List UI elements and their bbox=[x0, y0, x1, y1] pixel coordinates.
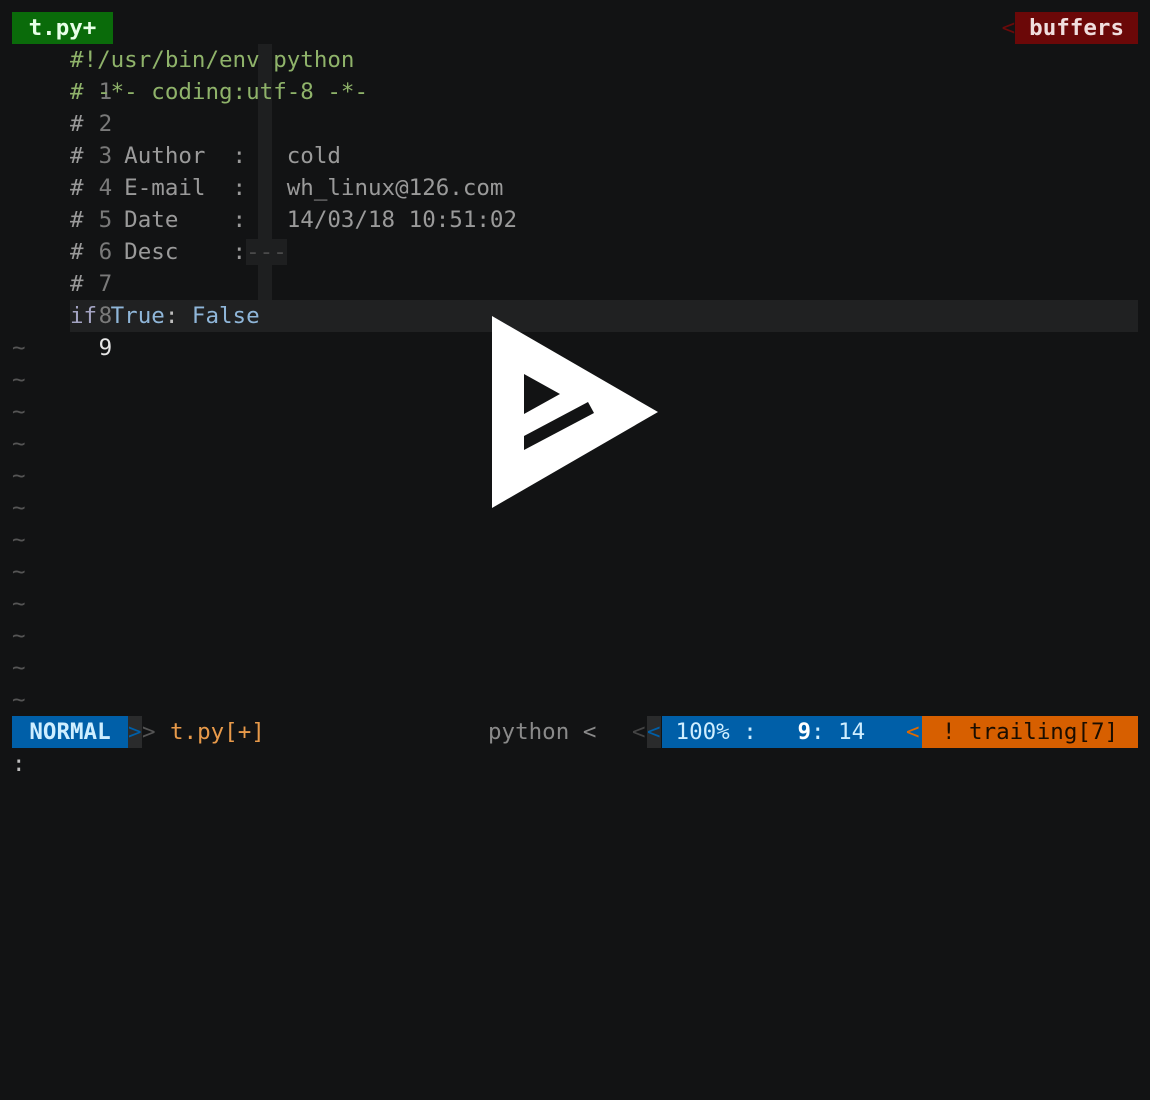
status-line: NORMAL > > t.py[+] python < < < 100% : 9… bbox=[12, 716, 1138, 748]
command-line[interactable]: : bbox=[12, 748, 26, 780]
mode-arrow: > bbox=[128, 716, 142, 748]
empty-line-tilde: ~ bbox=[12, 431, 26, 457]
buffers-separator: < bbox=[1001, 15, 1016, 41]
status-filename: t.py[+] bbox=[170, 719, 265, 745]
buffers-indicator[interactable]: < buffers bbox=[1002, 12, 1138, 44]
colon: : bbox=[164, 303, 179, 329]
position-separator: < bbox=[632, 719, 646, 745]
cursor-position: 100% : 9: 14 bbox=[662, 716, 922, 748]
code-text: if True: False bbox=[70, 300, 260, 332]
code-text: # Desc :--- bbox=[70, 236, 287, 268]
play-icon[interactable] bbox=[490, 314, 660, 516]
code-text: # bbox=[70, 111, 84, 137]
empty-line-tilde: ~ bbox=[12, 527, 26, 553]
cursor-col: : 14 bbox=[811, 719, 866, 745]
code-text: # -*- coding:utf-8 -*- bbox=[70, 79, 369, 105]
empty-line-tilde: ~ bbox=[12, 559, 26, 585]
empty-line-tilde: ~ bbox=[12, 591, 26, 617]
line-number: 9 bbox=[98, 335, 113, 361]
empty-line-tilde: ~ bbox=[12, 335, 26, 361]
desc-prefix: # Desc : bbox=[70, 239, 247, 265]
code-text: # Date : 14/03/18 10:51:02 bbox=[70, 207, 518, 233]
keyword-if: if bbox=[70, 303, 98, 329]
empty-line-tilde: ~ bbox=[12, 463, 26, 489]
scroll-percent: 100% : bbox=[675, 719, 757, 745]
empty-line-tilde: ~ bbox=[12, 495, 26, 521]
tab-t-py[interactable]: t.py+ bbox=[12, 12, 113, 44]
cursor-line: 9 bbox=[797, 719, 812, 745]
bool-true: True bbox=[110, 303, 165, 329]
mode-arrow-2: > bbox=[142, 719, 156, 745]
code-text: # Author : cold bbox=[70, 143, 341, 169]
empty-line-tilde: ~ bbox=[12, 687, 26, 713]
position-separator-2: < bbox=[647, 716, 661, 748]
empty-line-tilde: ~ bbox=[12, 623, 26, 649]
empty-line-tilde: ~ bbox=[12, 399, 26, 425]
trailing-whitespace-warning: ! trailing[7] bbox=[922, 716, 1138, 748]
desc-placeholder: --- bbox=[246, 239, 287, 265]
code-text: # E-mail : wh_linux@126.com bbox=[70, 175, 504, 201]
mode-indicator: NORMAL bbox=[12, 716, 128, 748]
code-line[interactable]: 3 bbox=[12, 108, 113, 169]
status-filetype: python < bbox=[488, 719, 597, 745]
code-text: #!/usr/bin/env python bbox=[70, 47, 355, 73]
empty-line-tilde: ~ bbox=[12, 655, 26, 681]
buffers-label: buffers bbox=[1015, 12, 1138, 44]
empty-line-tilde: ~ bbox=[12, 367, 26, 393]
code-text: # bbox=[70, 271, 84, 297]
code-line[interactable]: 8 bbox=[12, 268, 113, 329]
warning-separator: < bbox=[906, 719, 920, 745]
bool-false: False bbox=[191, 303, 260, 329]
